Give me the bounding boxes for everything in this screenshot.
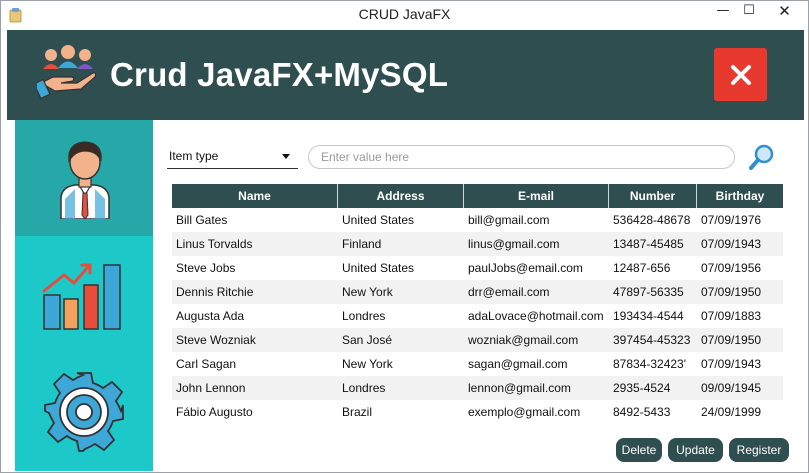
column-header-number[interactable]: Number	[609, 184, 697, 208]
cell-number: 47897-56335	[613, 285, 684, 299]
table-row[interactable]: Fábio Augusto Brazil exemplo@gmail.com 8…	[172, 400, 783, 424]
cell-name: Steve Jobs	[176, 261, 236, 275]
column-header-email[interactable]: E-mail	[464, 184, 609, 208]
item-type-select[interactable]: Item type	[167, 145, 298, 169]
user-icon	[60, 141, 110, 219]
column-header-address[interactable]: Address	[338, 184, 464, 208]
cell-address: Londres	[342, 309, 386, 323]
table-row[interactable]: Carl Sagan New York sagan@gmail.com 8783…	[172, 352, 783, 376]
bar-chart-icon	[42, 263, 121, 330]
table-row[interactable]: Bill Gates United States bill@gmail.com …	[172, 208, 783, 232]
cell-birthday: 07/09/1976	[701, 213, 762, 227]
cell-email: paulJobs@email.com	[468, 261, 583, 275]
title-bar[interactable]: CRUD JavaFX — ☐ ✕	[1, 1, 808, 30]
cell-email: lennon@gmail.com	[468, 381, 571, 395]
gear-icon	[44, 372, 124, 452]
cell-birthday: 07/09/1883	[701, 309, 762, 323]
window-title: CRUD JavaFX	[358, 6, 451, 22]
cell-birthday: 07/09/1943	[701, 357, 762, 371]
table-row[interactable]: Steve Jobs United States paulJobs@email.…	[172, 256, 783, 280]
table-row[interactable]: Linus Torvalds Finland linus@gmail.com 1…	[172, 232, 783, 256]
main-content: Item type Name Address E-mail Number Bir…	[153, 120, 804, 471]
sidebar-item-settings[interactable]	[15, 354, 153, 471]
search-button[interactable]	[747, 142, 777, 172]
cell-name: John Lennon	[176, 381, 246, 395]
cell-birthday: 24/09/1999	[701, 405, 762, 419]
cell-name: Carl Sagan	[176, 357, 237, 371]
cell-email: exemplo@gmail.com	[468, 405, 581, 419]
sidebar	[15, 120, 153, 471]
table-row[interactable]: Steve Wozniak San José wozniak@gmail.com…	[172, 328, 783, 352]
table-row[interactable]: Augusta Ada Londres adaLovace@hotmail.co…	[172, 304, 783, 328]
cell-address: United States	[342, 213, 415, 227]
cell-address: New York	[342, 357, 393, 371]
cell-birthday: 07/09/1943	[701, 237, 762, 251]
cell-number: 2935-4524	[613, 381, 671, 395]
chevron-down-icon	[282, 154, 290, 159]
cell-email: linus@gmail.com	[468, 237, 560, 251]
search-input[interactable]	[308, 145, 735, 169]
cell-address: United States	[342, 261, 415, 275]
table-row[interactable]: John Lennon Londres lennon@gmail.com 293…	[172, 376, 783, 400]
action-bar: Delete Update Register	[153, 438, 804, 462]
cell-birthday: 07/09/1956	[701, 261, 762, 275]
cell-number: 13487-45485	[613, 237, 684, 251]
cell-birthday: 07/09/1950	[701, 333, 762, 347]
cell-birthday: 07/09/1950	[701, 285, 762, 299]
cell-number: 8492-5433	[613, 405, 671, 419]
sidebar-item-users[interactable]	[15, 120, 153, 236]
window-close-button[interactable]: ✕	[761, 1, 808, 23]
cell-email: bill@gmail.com	[468, 213, 550, 227]
register-button[interactable]: Register	[729, 438, 789, 462]
cell-number: 87834-32423'	[613, 357, 687, 371]
cell-name: Bill Gates	[176, 213, 228, 227]
app-title: Crud JavaFX+MySQL	[110, 56, 449, 93]
cell-name: Linus Torvalds	[176, 237, 253, 251]
cell-number: 397454-45323	[613, 333, 691, 347]
update-button[interactable]: Update	[668, 438, 723, 462]
cell-number: 193434-4544	[613, 309, 684, 323]
cell-email: sagan@gmail.com	[468, 357, 568, 371]
close-icon	[730, 64, 751, 85]
cell-address: Finland	[342, 237, 382, 251]
cell-address: New York	[342, 285, 393, 299]
cell-number: 536428-48678	[613, 213, 691, 227]
table-row[interactable]: Dennis Ritchie New York drr@email.com 47…	[172, 280, 783, 304]
cell-address: Londres	[342, 381, 386, 395]
delete-button[interactable]: Delete	[616, 438, 662, 462]
sidebar-item-reports[interactable]	[15, 236, 153, 354]
column-header-name[interactable]: Name	[172, 184, 338, 208]
table-header: Name Address E-mail Number Birthday	[172, 184, 783, 208]
column-header-birthday[interactable]: Birthday	[697, 184, 783, 208]
hand-people-icon	[37, 45, 97, 100]
cell-name: Dennis Ritchie	[176, 285, 254, 299]
cell-name: Fábio Augusto	[176, 405, 253, 419]
cell-birthday: 09/09/1945	[701, 381, 762, 395]
cell-address: Brazil	[342, 405, 373, 419]
magnifier-icon	[749, 144, 774, 170]
app-area: Crud JavaFX+MySQL Item type Enter value …	[7, 30, 804, 471]
cell-name: Augusta Ada	[176, 309, 245, 323]
app-close-button[interactable]	[714, 48, 767, 101]
table-body: Bill Gates United States bill@gmail.com …	[172, 208, 783, 424]
item-type-label: Item type	[169, 149, 219, 163]
cell-address: San José	[342, 333, 393, 347]
cell-email: wozniak@gmail.com	[468, 333, 579, 347]
cell-email: adaLovace@hotmail.com	[468, 309, 604, 323]
cell-number: 12487-656	[613, 261, 671, 275]
app-header: Crud JavaFX+MySQL	[7, 30, 804, 120]
data-table: Name Address E-mail Number Birthday Bill…	[172, 184, 783, 424]
cell-email: drr@email.com	[468, 285, 550, 299]
cell-name: Steve Wozniak	[176, 333, 256, 347]
app-window: CRUD JavaFX — ☐ ✕ Crud JavaFX+MySQL Item…	[0, 0, 809, 473]
